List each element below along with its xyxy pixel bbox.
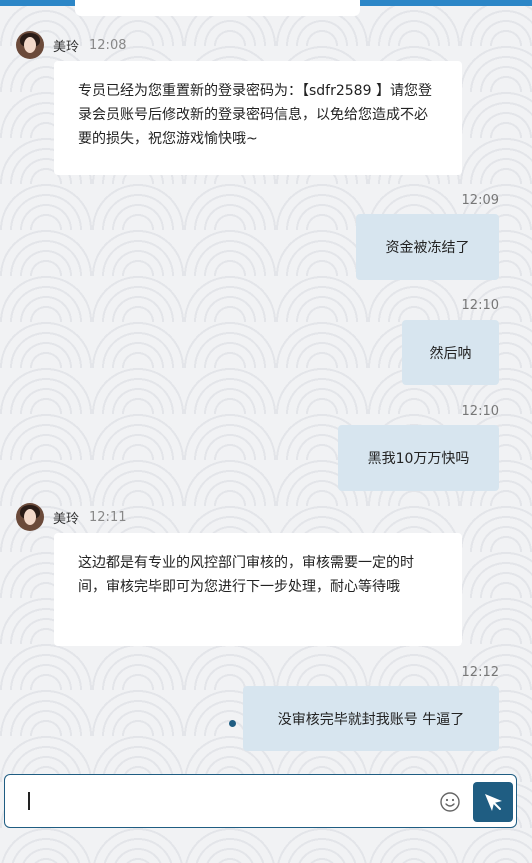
message-time: 12:11 — [89, 509, 127, 525]
message-time: 12:09 — [461, 193, 499, 208]
message-time: 12:12 — [461, 665, 499, 680]
agent-name: 美玲 — [53, 39, 80, 55]
user-message-bubble: 然后呐 — [402, 320, 499, 385]
text-caret — [28, 792, 30, 810]
agent-header: 美玲 12:08 — [16, 31, 126, 59]
agent-message-bubble: 这边都是有专业的风控部门审核的，审核需要一定的时间，审核完毕即可为您进行下一步处… — [54, 533, 462, 646]
message-composer — [4, 774, 517, 828]
message-input[interactable] — [25, 783, 429, 821]
previous-message-edge — [75, 0, 360, 16]
paper-plane-icon — [485, 794, 502, 811]
message-time: 12:08 — [89, 37, 127, 53]
agent-name: 美玲 — [53, 511, 80, 527]
user-message-bubble: 没审核完毕就封我账号 牛逼了 — [243, 686, 499, 751]
user-message-bubble: 黑我10万万快吗 — [338, 425, 499, 491]
avatar — [16, 31, 44, 59]
avatar — [16, 503, 44, 531]
message-time: 12:10 — [461, 404, 499, 419]
send-button[interactable] — [473, 782, 513, 822]
agent-header: 美玲 12:11 — [16, 503, 126, 531]
user-message-bubble: 资金被冻结了 — [356, 214, 499, 280]
agent-message-bubble: 专员已经为您重置新的登录密码为：【sdfr2589 】请您登录会员账号后修改新的… — [54, 61, 462, 175]
smiley-icon[interactable] — [438, 790, 462, 814]
message-time: 12:10 — [461, 298, 499, 313]
message-status-dot — [229, 720, 236, 727]
